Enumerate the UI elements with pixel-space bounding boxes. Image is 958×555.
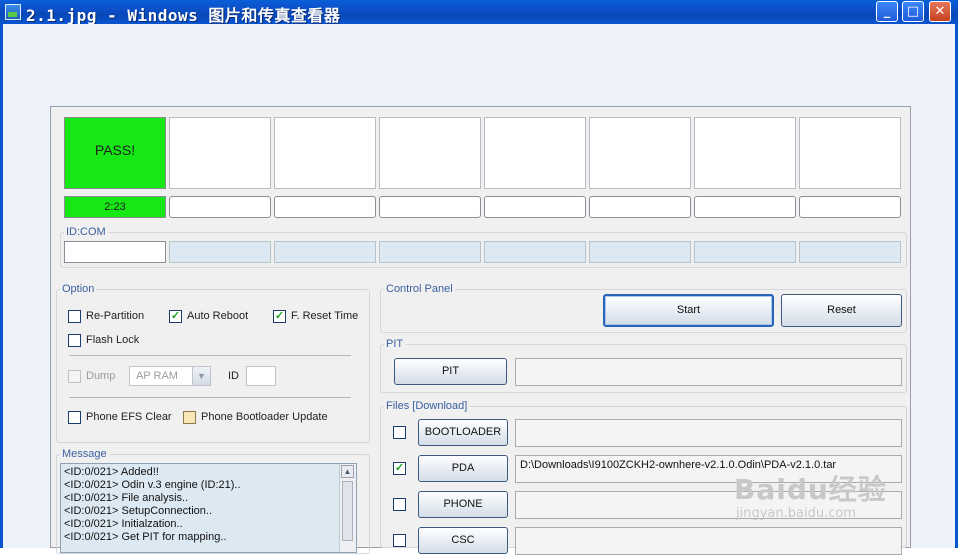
message-line: <ID:0/021> SetupConnection.. <box>64 505 212 517</box>
device-slot-3 <box>274 117 376 189</box>
message-line: <ID:0/021> Added!! <box>64 466 159 478</box>
device-slot-2 <box>169 117 271 189</box>
csc-button[interactable]: CSC <box>418 527 508 554</box>
minimize-button[interactable]: _ <box>876 1 898 22</box>
com-port-3 <box>274 241 376 263</box>
slot-timer-4 <box>379 196 481 218</box>
option-label: Option <box>60 283 97 295</box>
pass-status: PASS! <box>94 142 136 158</box>
id-input[interactable] <box>246 366 276 386</box>
csc-checkbox[interactable] <box>393 534 406 547</box>
f-reset-time-checkbox[interactable]: ✓ <box>273 310 286 323</box>
baidu-watermark-url: jingyan.baidu.com <box>736 506 856 521</box>
dump-label: Dump <box>86 370 116 382</box>
com-port-6 <box>589 241 691 263</box>
phone-efs-clear-checkbox[interactable] <box>68 411 81 424</box>
message-line: <ID:0/021> Initialzation.. <box>64 518 183 530</box>
title-bar[interactable]: 2.1.jpg - Windows 图片和传真查看器 _ □ ✕ <box>0 0 958 25</box>
divider <box>69 397 351 398</box>
slot-timer-2 <box>169 196 271 218</box>
auto-reboot-checkbox[interactable]: ✓ <box>169 310 182 323</box>
phone-efs-clear-label: Phone EFS Clear <box>86 411 172 423</box>
re-partition-checkbox[interactable] <box>68 310 81 323</box>
dump-checkbox[interactable] <box>68 370 81 383</box>
id-label: ID <box>228 370 239 382</box>
message-scrollbar[interactable]: ▲ <box>339 464 356 552</box>
slot-timer-5 <box>484 196 586 218</box>
device-slot-7 <box>694 117 796 189</box>
slot-timer-7 <box>694 196 796 218</box>
device-slot-6 <box>589 117 691 189</box>
f-reset-time-label: F. Reset Time <box>291 310 359 322</box>
device-slot-4 <box>379 117 481 189</box>
window-title: 2.1.jpg - Windows 图片和传真查看器 <box>26 6 341 25</box>
csc-path-field[interactable] <box>515 527 902 555</box>
bootloader-button[interactable]: BOOTLOADER <box>418 419 508 446</box>
pda-checkbox[interactable]: ✓ <box>393 462 406 475</box>
message-line: <ID:0/021> Get PIT for mapping.. <box>64 531 227 543</box>
picture-viewer-icon <box>5 4 21 20</box>
message-log[interactable]: <ID:0/021> Added!! <ID:0/021> Odin v.3 e… <box>60 463 357 553</box>
phone-bootloader-update-label: Phone Bootloader Update <box>201 411 328 423</box>
device-slot-1: PASS! <box>64 117 166 189</box>
id-com-label: ID:COM <box>64 226 108 238</box>
divider <box>69 355 351 356</box>
pit-button[interactable]: PIT <box>394 358 507 385</box>
dump-select-value: AP RAM <box>136 370 178 382</box>
reset-button[interactable]: Reset <box>781 294 902 327</box>
chevron-down-icon: ▼ <box>192 367 210 385</box>
com-port-4 <box>379 241 481 263</box>
message-line: <ID:0/021> Odin v.3 engine (ID:21).. <box>64 479 241 491</box>
device-slot-8 <box>799 117 901 189</box>
dump-select[interactable]: AP RAM ▼ <box>129 366 211 386</box>
slot-timer-8 <box>799 196 901 218</box>
baidu-watermark: Baidu经验 <box>734 473 887 506</box>
phone-button[interactable]: PHONE <box>418 491 508 518</box>
scroll-thumb[interactable] <box>342 481 353 541</box>
com-port-2 <box>169 241 271 263</box>
pda-button[interactable]: PDA <box>418 455 508 482</box>
control-panel-label: Control Panel <box>384 283 455 295</box>
bootloader-path-field[interactable] <box>515 419 902 447</box>
bootloader-checkbox[interactable] <box>393 426 406 439</box>
message-label: Message <box>60 448 109 460</box>
maximize-button[interactable]: □ <box>902 1 924 22</box>
phone-bootloader-update-checkbox[interactable] <box>183 411 196 424</box>
scroll-up-icon[interactable]: ▲ <box>341 465 354 478</box>
com-port-8 <box>799 241 901 263</box>
re-partition-label: Re-Partition <box>86 310 145 322</box>
auto-reboot-label: Auto Reboot <box>187 310 249 322</box>
slot-timer-1: 2:23 <box>64 196 166 218</box>
com-port-5 <box>484 241 586 263</box>
files-label: Files [Download] <box>384 400 470 412</box>
device-slot-5 <box>484 117 586 189</box>
pit-path-field[interactable] <box>515 358 902 386</box>
message-line: <ID:0/021> File analysis.. <box>64 492 189 504</box>
slot-timer-6 <box>589 196 691 218</box>
slot-timer-3 <box>274 196 376 218</box>
com-port-1 <box>64 241 166 263</box>
start-button[interactable]: Start <box>603 294 774 327</box>
pit-label: PIT <box>384 338 406 350</box>
com-port-7 <box>694 241 796 263</box>
flash-lock-checkbox[interactable] <box>68 334 81 347</box>
flash-lock-label: Flash Lock <box>86 334 140 346</box>
close-button[interactable]: ✕ <box>929 1 951 22</box>
phone-checkbox[interactable] <box>393 498 406 511</box>
